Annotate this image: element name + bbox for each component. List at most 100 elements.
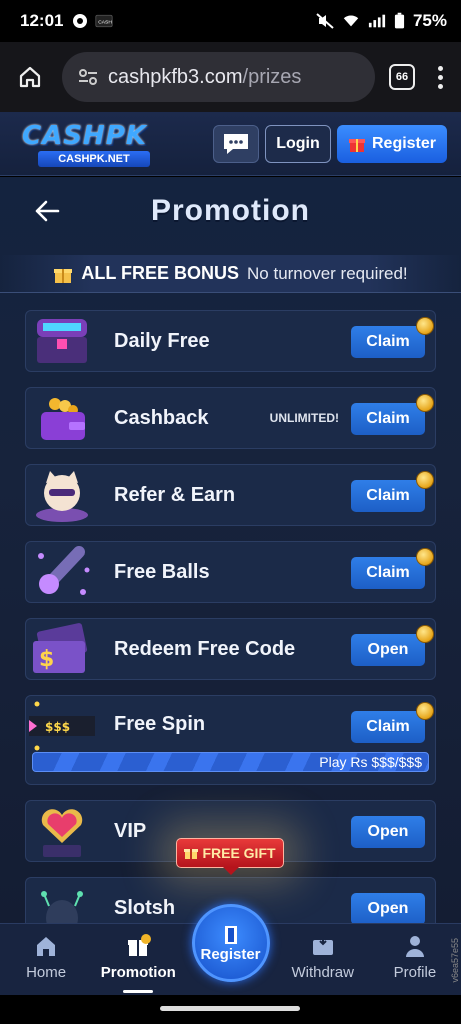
promo-name: VIP (114, 819, 147, 842)
spin-progress-bar: Play Rs $$$/$$$ (32, 752, 429, 772)
site-logo[interactable]: CASHPK CASHPK.NET (22, 121, 172, 167)
login-button[interactable]: Login (265, 124, 331, 163)
nav-promotion[interactable]: Promotion (92, 924, 184, 995)
door-enter-icon (224, 925, 237, 944)
claim-label: Claim (366, 333, 410, 350)
promo-card-refer-earn: Refer & Earn Claim (25, 464, 436, 526)
coin-icon (416, 471, 434, 489)
nav-home[interactable]: Home (0, 924, 92, 995)
wallet-icon (312, 936, 333, 955)
logo-text: CASHPK (22, 120, 147, 151)
url-path: /prizes (242, 65, 302, 88)
battery-icon (394, 12, 405, 29)
active-indicator (123, 990, 154, 993)
coin-icon (416, 702, 434, 720)
logo-subtext: CASHPK.NET (38, 150, 150, 167)
bonus-title: ALL FREE BONUS (81, 263, 240, 283)
claim-button[interactable]: Claim (351, 471, 434, 512)
claim-label: Claim (366, 564, 410, 581)
unlimited-tag: UNLIMITED! (269, 411, 339, 425)
promo-card-cashback: Cashback UNLIMITED! Claim (25, 387, 436, 449)
mute-icon (316, 13, 334, 29)
bonus-note: No turnover required! (247, 263, 408, 283)
ticket-icon: $ (26, 619, 98, 679)
user-icon (405, 936, 424, 957)
treasure-chest-icon (26, 311, 98, 371)
promo-name: Daily Free (114, 329, 210, 352)
gift-box-icon (54, 268, 73, 283)
promo-name: Refer & Earn (114, 483, 236, 506)
progress-text: Play Rs $$$/$$$ (319, 754, 422, 770)
claim-button[interactable]: Claim (351, 394, 434, 435)
home-indicator[interactable] (160, 1006, 300, 1011)
register-button[interactable]: Register (337, 124, 447, 163)
wifi-icon (343, 15, 359, 27)
nav-register-label: Register (200, 945, 261, 963)
open-button[interactable]: Open (351, 816, 425, 848)
site-settings-icon[interactable] (78, 68, 98, 86)
wallet-coins-icon (26, 388, 98, 448)
spin-reel-icon: $$$ (26, 696, 98, 756)
open-label: Open (367, 823, 409, 840)
free-gift-label: FREE GIFT (202, 845, 276, 861)
promo-card-free-balls: Free Balls Claim (25, 541, 436, 603)
gesture-bar (0, 995, 461, 1024)
nav-profile-label: Profile (393, 964, 437, 981)
gift-icon (348, 138, 365, 152)
status-time: 12:01 (20, 11, 64, 30)
promo-card-redeem-code: $ Redeem Free Code Open (25, 618, 436, 680)
main-content: Promotion ALL FREE BONUS No turnover req… (0, 177, 461, 923)
signal-icon (368, 14, 386, 28)
claim-label: Claim (366, 410, 410, 427)
coin-icon (416, 317, 434, 335)
comet-ball-icon (26, 542, 98, 602)
promo-name: Cashback (114, 406, 209, 429)
nav-register-button[interactable]: Register (191, 904, 270, 982)
promo-card-daily-free: Daily Free Claim (25, 310, 436, 372)
open-button[interactable]: Open (351, 893, 425, 923)
app-notification-icon: CASH (95, 14, 114, 28)
open-label: Open (367, 900, 409, 917)
home-icon (37, 937, 56, 956)
alien-icon (26, 878, 98, 923)
chat-button[interactable] (213, 124, 259, 163)
cat-mascot-icon (26, 465, 98, 525)
nav-promotion-label: Promotion (100, 964, 176, 981)
claim-button[interactable]: Claim (351, 317, 434, 358)
page-title: Promotion (151, 194, 310, 227)
browser-toolbar: cashpkfb3.com/prizes 66 (0, 42, 461, 112)
nav-register-slot: Register (184, 904, 276, 995)
tab-switcher-button[interactable]: 66 (389, 64, 415, 90)
coin-icon (416, 548, 434, 566)
free-gift-button[interactable]: FREE GIFT (176, 838, 284, 875)
promo-name: Redeem Free Code (114, 637, 296, 660)
bottom-navigation: Home Promotion Register Withdraw Profile (0, 904, 461, 995)
open-label: Open (367, 641, 409, 658)
svg-text:CASH: CASH (99, 19, 113, 25)
build-code: v6ea57e55 (450, 938, 460, 983)
browser-menu-button[interactable] (435, 65, 445, 89)
bonus-banner: ALL FREE BONUS No turnover required! (0, 255, 461, 293)
chat-icon (224, 133, 248, 154)
nav-profile[interactable]: Profile (369, 924, 461, 995)
claim-label: Claim (366, 487, 410, 504)
claim-label: Claim (366, 718, 410, 735)
promo-name: Free Balls (114, 560, 210, 583)
site-header: CASHPK CASHPK.NET Login Register (0, 112, 461, 176)
coin-icon (416, 625, 434, 643)
gift-icon (128, 934, 152, 956)
claim-button[interactable]: Claim (351, 702, 434, 743)
claim-button[interactable]: Claim (351, 548, 434, 589)
promotion-list: Daily Free Claim Cashback UNLIMITED! Cla… (25, 310, 436, 923)
promo-name: Free Spin (114, 713, 206, 735)
coin-icon (416, 394, 434, 412)
open-button[interactable]: Open (351, 625, 434, 666)
browser-home-button[interactable] (10, 57, 50, 97)
nav-home-label: Home (26, 964, 67, 981)
back-arrow-icon[interactable] (34, 199, 60, 223)
gift-icon (184, 849, 199, 859)
address-bar[interactable]: cashpkfb3.com/prizes (62, 52, 375, 102)
spin-icon-text: $$$ (45, 720, 70, 734)
nav-withdraw[interactable]: Withdraw (277, 924, 369, 995)
status-bar: 12:01 CASH 75% (0, 0, 461, 42)
